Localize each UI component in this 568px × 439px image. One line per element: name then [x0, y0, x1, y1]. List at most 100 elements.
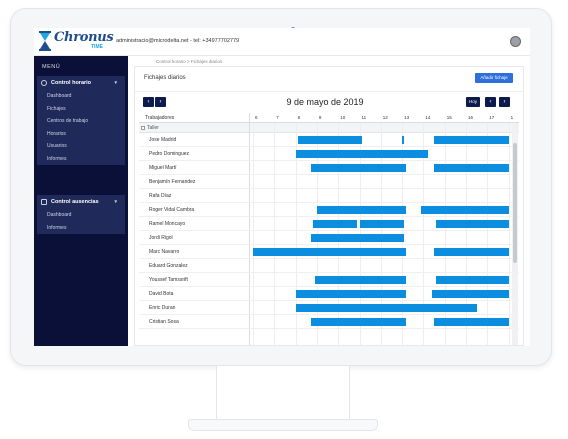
hour-label: 15 — [446, 115, 452, 120]
worker-row[interactable]: Benjamín Fernandez — [139, 175, 519, 189]
worker-row[interactable]: Rafa Díaz — [139, 189, 519, 203]
worker-row[interactable]: Miguel Martí — [139, 161, 519, 175]
page-title: Fichajes diarios — [144, 75, 186, 81]
next-range-button[interactable]: › — [499, 97, 510, 107]
sidebar-item-centros[interactable]: Centros de trabajo — [37, 115, 125, 128]
shift-bar[interactable] — [312, 220, 358, 228]
hour-label: 13 — [404, 115, 410, 120]
sidebar: MENÚ Control horario ▾ Dashboard Fichaje… — [34, 56, 128, 346]
breadcrumb: Control horario > Fichajes diarios — [156, 59, 223, 64]
shift-bar[interactable] — [310, 164, 407, 172]
gantt-rows: Jose Madrid Pedro Dominguez Miguel Martí Be… — [139, 133, 519, 345]
shift-bar[interactable] — [310, 234, 405, 242]
hour-label: 14 — [425, 115, 431, 120]
worker-name: Pedro Dominguez — [149, 151, 190, 157]
workers-column-header: Trabajadores — [145, 115, 175, 121]
worker-name: David Bota — [149, 291, 174, 297]
sidebar-item-informes[interactable]: Informes — [37, 153, 125, 166]
hour-label: 7 — [276, 115, 279, 120]
shift-bar[interactable] — [431, 290, 509, 298]
add-fichaje-button[interactable]: Añadir fichaje — [475, 73, 513, 83]
worker-row[interactable]: Pedro Dominguez — [139, 147, 519, 161]
hourglass-icon — [39, 31, 51, 51]
shift-bar[interactable] — [253, 248, 305, 256]
sidebar-item-informes-ausencias[interactable]: Informes — [37, 222, 125, 235]
hour-label: 10 — [340, 115, 346, 120]
worker-name: Enric Duran — [149, 305, 176, 311]
worker-row[interactable]: Eduard Gonzalez — [139, 259, 519, 273]
main-card: Fichajes diarios Añadir fichaje ‹ › 9 de… — [134, 66, 524, 346]
worker-name: Benjamín Fernandez — [149, 179, 196, 185]
worker-name: Miguel Martí — [149, 165, 177, 171]
sidebar-item-dashboard[interactable]: Dashboard — [37, 90, 125, 103]
worker-row[interactable]: Jose Madrid — [139, 133, 519, 147]
gantt-timeline: Trabajadores 6 7 8 9 10 11 12 13 14 15 16 17 1 Talle… — [139, 113, 519, 345]
worker-row[interactable]: Marc Navarro — [139, 245, 519, 259]
worker-name: Rafa Díaz — [149, 193, 172, 199]
sidebar-group-header[interactable]: Control horario ▾ — [37, 76, 125, 90]
logo[interactable]: Chronus TIME — [39, 30, 114, 53]
current-date: 9 de mayo de 2019 — [286, 97, 364, 107]
user-avatar-icon[interactable] — [510, 36, 521, 47]
divider — [135, 91, 523, 92]
shift-bar[interactable] — [434, 318, 509, 326]
sidebar-item-usuarios[interactable]: Usuarios — [37, 140, 125, 153]
monitor-stand — [216, 366, 350, 420]
hour-label: 12 — [382, 115, 388, 120]
chevron-down-icon: ▾ — [114, 199, 117, 205]
shift-bar[interactable] — [436, 220, 509, 228]
worker-row[interactable]: Cristian Sosa — [139, 315, 519, 329]
shift-bar[interactable] — [314, 276, 407, 284]
shift-bar[interactable] — [434, 248, 509, 256]
worker-row[interactable]: David Bota — [139, 287, 519, 301]
shift-bar[interactable] — [316, 206, 407, 214]
worker-row[interactable]: Jordi Rigol — [139, 231, 519, 245]
worker-name: Cristian Sosa — [149, 319, 179, 325]
shift-bar[interactable] — [295, 304, 477, 312]
shift-bar[interactable] — [295, 290, 407, 298]
shift-bar[interactable] — [434, 164, 509, 172]
group-label: Taller — [147, 125, 159, 131]
monitor-base — [188, 419, 378, 431]
hour-label: 1 — [510, 115, 514, 120]
worker-row[interactable]: Ramel Moncayo — [139, 217, 519, 231]
worker-name: Roger Vidal Cambra — [149, 207, 195, 213]
worker-name: Youssef Tamssrift — [149, 277, 188, 283]
scroll-thumb[interactable] — [513, 143, 517, 263]
chevron-down-icon: ▾ — [114, 80, 117, 86]
logo-subtitle: TIME — [91, 44, 103, 50]
group-row-taller[interactable]: Taller — [139, 123, 519, 133]
contact-info: administracio@microdelta.net - tel: +349… — [116, 38, 240, 44]
collapse-icon[interactable] — [141, 126, 145, 130]
prev-day-button[interactable]: ‹ — [143, 97, 154, 107]
sidebar-group-header[interactable]: Control ausencias ▾ — [37, 195, 125, 209]
group-label: Control ausencias — [51, 199, 99, 205]
worker-name: Ramel Moncayo — [149, 221, 186, 227]
gantt-header: Trabajadores 6 7 8 9 10 11 12 13 14 15 16 17 1 — [139, 113, 519, 123]
shift-bar[interactable] — [434, 136, 509, 144]
shift-bar[interactable] — [402, 136, 405, 144]
logo-text: Chronus — [54, 30, 114, 45]
prev-range-button[interactable]: ‹ — [485, 97, 496, 107]
group-label: Control horario — [51, 80, 92, 86]
today-button[interactable]: Hoy — [466, 97, 480, 107]
worker-row[interactable]: Roger Vidal Cambra — [139, 203, 519, 217]
worker-row[interactable]: Youssef Tamssrift — [139, 273, 519, 287]
sidebar-item-horarios[interactable]: Horarios — [37, 128, 125, 141]
shift-bar[interactable] — [359, 220, 405, 228]
vertical-scrollbar[interactable] — [512, 123, 518, 345]
worker-name: Eduard Gonzalez — [149, 263, 188, 269]
shift-bar[interactable] — [436, 276, 509, 284]
sidebar-item-dashboard-ausencias[interactable]: Dashboard — [37, 209, 125, 222]
clock-icon — [41, 80, 47, 86]
shift-bar[interactable] — [304, 248, 407, 256]
worker-row[interactable]: Enric Duran — [139, 301, 519, 315]
shift-bar[interactable] — [295, 150, 428, 158]
hour-label: 17 — [489, 115, 495, 120]
shift-bar[interactable] — [421, 206, 509, 214]
next-day-button[interactable]: › — [155, 97, 166, 107]
hour-label: 9 — [318, 115, 322, 120]
sidebar-item-fichajes[interactable]: Fichajes — [37, 103, 125, 116]
shift-bar[interactable] — [297, 136, 362, 144]
shift-bar[interactable] — [310, 318, 407, 326]
